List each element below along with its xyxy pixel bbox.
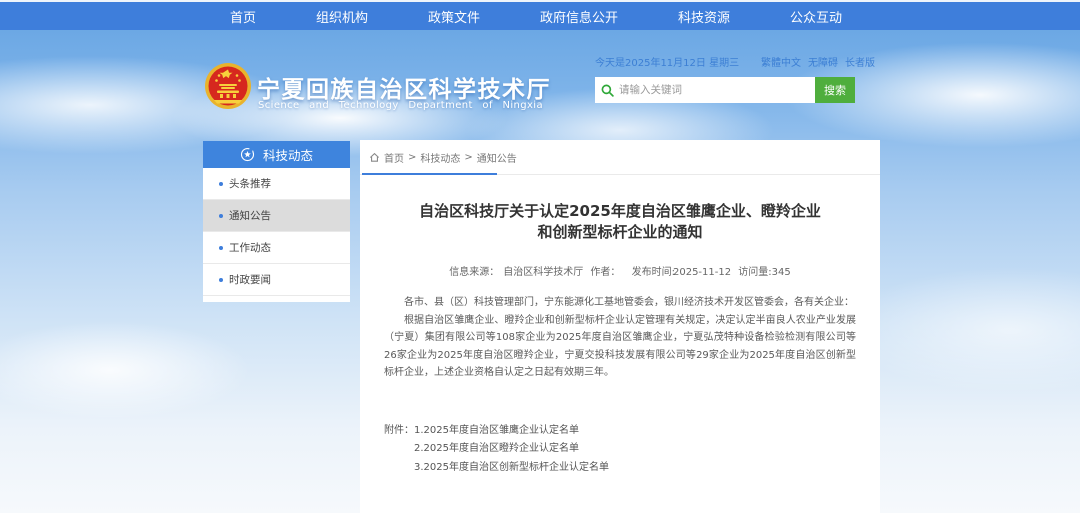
article-paragraph: 根据自治区雏鹰企业、瞪羚企业和创新型标杆企业认定管理有关规定，决定认定半亩良人农… (384, 312, 856, 382)
home-icon (369, 152, 380, 163)
search-button[interactable]: 搜索 (815, 77, 855, 103)
breadcrumb-divider (360, 173, 880, 175)
sidebar-item-label: 时政要闻 (229, 272, 271, 287)
meta-publish-value: 2025-11-12 (673, 267, 731, 278)
attachment-link-benchmark-list[interactable]: 3.2025年度自治区创新型标杆企业认定名单 (414, 459, 609, 478)
breadcrumb: 首页 > 科技动态 > 通知公告 (360, 140, 880, 165)
sidebar: 科技动态 头条推荐 通知公告 工作动态 时政要闻 (203, 141, 350, 302)
article-title-line2: 和创新型标杆企业的通知 (384, 222, 856, 243)
sidebar-item-notices[interactable]: 通知公告 (203, 200, 350, 232)
bullet-dot-icon (219, 246, 223, 250)
meta-source-value: 自治区科学技术厅 (503, 267, 583, 278)
today-date-text: 今天是2025年11月12日 星期三 (595, 54, 739, 69)
meta-author-label: 作者： (590, 267, 620, 278)
breadcrumb-separator: > (408, 152, 416, 163)
top-navigation: 首页 组织机构 政策文件 政府信息公开 科技资源 公众互动 (0, 2, 1080, 30)
attachments-section: 附件： 1.2025年度自治区雏鹰企业认定名单 2.2025年度自治区瞪羚企业认… (384, 422, 856, 478)
article-paragraph: 各市、县（区）科技管理部门，宁东能源化工基地管委会，银川经济技术开发区管委会，各… (384, 294, 856, 312)
sidebar-item-label: 工作动态 (229, 240, 271, 255)
search-input[interactable] (619, 84, 809, 96)
link-traditional-chinese[interactable]: 繁體中文 (761, 54, 801, 69)
meta-views-value: 345 (772, 267, 791, 278)
nav-item-organization[interactable]: 组织机构 (316, 7, 368, 26)
bullet-dot-icon (219, 214, 223, 218)
link-elder-version[interactable]: 长者版 (845, 54, 875, 69)
sidebar-item-label: 头条推荐 (229, 176, 271, 191)
site-subtitle: Science and Technology Department of Nin… (258, 100, 543, 111)
site-title: 宁夏回族自治区科学技术厅 (257, 70, 551, 104)
sidebar-header: 科技动态 (203, 141, 350, 168)
article-title: 自治区科技厅关于认定2025年度自治区雏鹰企业、瞪羚企业 和创新型标杆企业的通知 (384, 201, 856, 243)
breadcrumb-tech-news[interactable]: 科技动态 (420, 150, 460, 165)
article-meta: 信息来源： 自治区科学技术厅 作者： 发布时间:2025-11-12 访问量:34… (360, 263, 880, 278)
attachments-label: 附件： (384, 422, 414, 478)
nav-item-gov-info-disclosure[interactable]: 政府信息公开 (540, 7, 618, 26)
attachment-link-gazelle-list[interactable]: 2.2025年度自治区瞪羚企业认定名单 (414, 440, 609, 459)
meta-views-label: 访问量: (738, 267, 771, 278)
attachment-link-eagle-list[interactable]: 1.2025年度自治区雏鹰企业认定名单 (414, 422, 609, 441)
meta-source-label: 信息来源： (449, 267, 499, 278)
search-row: 搜索 (595, 77, 855, 103)
article-title-line1: 自治区科技厅关于认定2025年度自治区雏鹰企业、瞪羚企业 (384, 201, 856, 222)
breadcrumb-home[interactable]: 首页 (384, 150, 404, 165)
article-body: 各市、县（区）科技管理部门，宁东能源化工基地管委会，银川经济技术开发区管委会，各… (384, 294, 856, 382)
link-accessibility[interactable]: 无障碍 (808, 54, 838, 69)
bullet-dot-icon (219, 278, 223, 282)
nav-item-tech-resources[interactable]: 科技资源 (678, 7, 730, 26)
main-content: 首页 > 科技动态 > 通知公告 自治区科技厅关于认定2025年度自治区雏鹰企业… (360, 140, 880, 513)
meta-publish-label: 发布时间: (632, 267, 675, 278)
header-date-row: 今天是2025年11月12日 星期三 繁體中文 无障碍 长者版 (595, 54, 875, 69)
nav-item-public-interaction[interactable]: 公众互动 (790, 7, 842, 26)
breadcrumb-separator: > (464, 152, 472, 163)
sidebar-title: 科技动态 (263, 145, 313, 164)
search-box[interactable] (595, 77, 815, 103)
nav-item-home[interactable]: 首页 (230, 7, 256, 26)
breadcrumb-notices[interactable]: 通知公告 (477, 150, 517, 165)
star-circle-icon (240, 147, 255, 162)
sidebar-item-label: 通知公告 (229, 208, 271, 223)
nav-item-policy-documents[interactable]: 政策文件 (428, 7, 480, 26)
national-emblem-logo (204, 62, 252, 110)
sidebar-item-headline-picks[interactable]: 头条推荐 (203, 168, 350, 200)
sidebar-item-work-updates[interactable]: 工作动态 (203, 232, 350, 264)
sidebar-item-current-affairs[interactable]: 时政要闻 (203, 264, 350, 296)
bullet-dot-icon (219, 182, 223, 186)
search-icon (601, 84, 614, 97)
